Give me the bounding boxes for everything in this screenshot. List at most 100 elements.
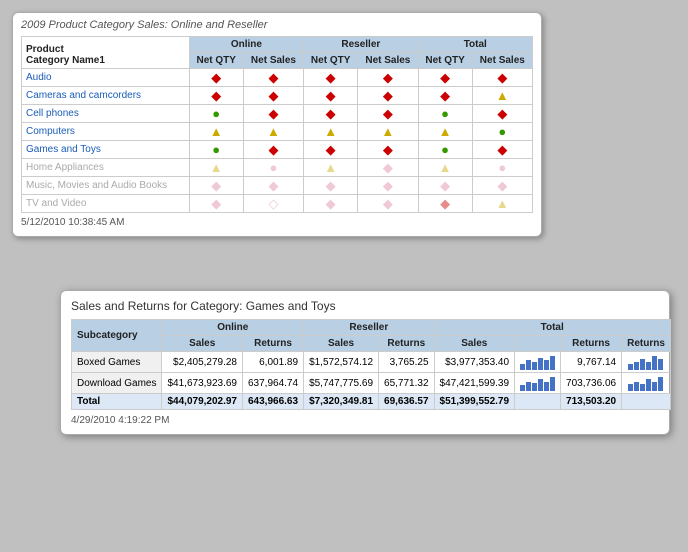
spark-bar [634,362,639,370]
spark-bar [538,358,543,370]
top-report-title: 2009 Product Category Sales: Online and … [21,19,533,31]
shape-cell-5-4: ▲ [418,159,472,177]
d-total-returns-h: Returns [561,336,622,352]
col1-header: ProductCategory Name1 [22,37,190,69]
reseller-sales-2: $7,320,349.81 [304,394,379,410]
sparkline [520,375,555,391]
shape-cell-3-1: ▲ [243,123,303,141]
shape-cell-5-0: ▲ [189,159,243,177]
shape-cell-7-1: ◇ [243,195,303,213]
shape-cell-6-3: ◆ [358,177,418,195]
spark-bar [520,364,525,370]
total-sales-spark-2 [515,394,561,410]
shape-cell-2-2: ◆ [304,105,358,123]
category-row-1[interactable]: Cameras and camcorders [22,87,190,105]
total-sales-1: $47,421,599.39 [434,373,515,394]
spark-bar [520,385,525,391]
category-row-2[interactable]: Cell phones [22,105,190,123]
reseller-netsales-header: Net Sales [358,53,418,69]
reseller-group-header: Reseller [304,37,418,53]
detail-row-name-0: Boxed Games [72,352,162,373]
bottom-report-panel: Sales and Returns for Category: Games an… [60,290,670,435]
spark-bar [652,382,657,391]
reseller-returns-1: 65,771.32 [379,373,435,394]
total-netqty-header: Net QTY [418,53,472,69]
category-row-0[interactable]: Audio [22,69,190,87]
category-row-6[interactable]: Music, Movies and Audio Books [22,177,190,195]
category-row-7[interactable]: TV and Video [22,195,190,213]
sparkline [520,354,555,370]
d-total-sales-chart-h [515,336,561,352]
reseller-returns-0: 3,765.25 [379,352,435,373]
shape-cell-5-1: ● [243,159,303,177]
reseller-detail-header: Reseller [304,320,434,336]
total-sales-spark-1 [515,373,561,394]
total-sales-0: $3,977,353.40 [434,352,515,373]
shape-cell-4-0: ● [189,141,243,159]
shape-cell-6-1: ◆ [243,177,303,195]
spark-bar [628,384,633,391]
shape-cell-7-3: ◆ [358,195,418,213]
reseller-sales-0: $1,572,574.12 [304,352,379,373]
spark-bar [646,379,651,391]
shape-cell-3-0: ▲ [189,123,243,141]
online-netsales-header: Net Sales [243,53,303,69]
spark-bar [544,360,549,370]
shape-cell-3-3: ▲ [358,123,418,141]
category-row-5[interactable]: Home Appliances [22,159,190,177]
total-returns-spark-1 [622,373,671,394]
bottom-report-title: Sales and Returns for Category: Games an… [71,299,659,313]
top-table: ProductCategory Name1 Online Reseller To… [21,36,533,213]
shape-cell-6-5: ◆ [472,177,532,195]
detail-row-name-1: Download Games [72,373,162,394]
online-sales-2: $44,079,202.97 [162,394,243,410]
online-returns-1: 637,964.74 [243,373,304,394]
spark-bar [550,356,555,370]
shape-cell-3-2: ▲ [304,123,358,141]
sparkline [627,354,665,370]
shape-cell-0-1: ◆ [243,69,303,87]
reseller-netqty-header: Net QTY [304,53,358,69]
shape-cell-4-2: ◆ [304,141,358,159]
shape-cell-1-5: ▲ [472,87,532,105]
bottom-timestamp: 4/29/2010 4:19:22 PM [71,415,659,426]
total-netsales-header: Net Sales [472,53,532,69]
shape-cell-1-1: ◆ [243,87,303,105]
shape-cell-1-4: ◆ [418,87,472,105]
shape-cell-0-4: ◆ [418,69,472,87]
category-row-4[interactable]: Games and Toys [22,141,190,159]
shape-cell-1-3: ◆ [358,87,418,105]
d-reseller-sales-h: Sales [304,336,379,352]
shape-cell-1-0: ◆ [189,87,243,105]
spark-bar [652,356,657,370]
shape-cell-7-4: ◆ [418,195,472,213]
online-sales-0: $2,405,279.28 [162,352,243,373]
shape-cell-1-2: ◆ [304,87,358,105]
shape-cell-7-0: ◆ [189,195,243,213]
top-timestamp: 5/12/2010 10:38:45 AM [21,217,533,228]
category-row-3[interactable]: Computers [22,123,190,141]
shape-cell-0-0: ◆ [189,69,243,87]
shape-cell-4-4: ● [418,141,472,159]
d-reseller-returns-h: Returns [379,336,435,352]
shape-cell-2-1: ◆ [243,105,303,123]
total-group-header: Total [418,37,532,53]
shape-cell-2-4: ● [418,105,472,123]
spark-bar [526,360,531,370]
d-online-sales-h: Sales [162,336,243,352]
shape-cell-5-2: ▲ [304,159,358,177]
online-netqty-header: Net QTY [189,53,243,69]
total-returns-spark-2 [622,394,671,410]
spark-bar [640,359,645,370]
detail-row-name-2: Total [72,394,162,410]
shape-cell-2-5: ◆ [472,105,532,123]
shape-cell-5-3: ◆ [358,159,418,177]
subcategory-header: Subcategory [72,320,162,352]
spark-bar [532,362,537,370]
shape-cell-4-1: ◆ [243,141,303,159]
shape-cell-6-2: ◆ [304,177,358,195]
shape-cell-3-5: ● [472,123,532,141]
shape-cell-0-2: ◆ [304,69,358,87]
shape-cell-7-5: ▲ [472,195,532,213]
shape-cell-5-5: ● [472,159,532,177]
